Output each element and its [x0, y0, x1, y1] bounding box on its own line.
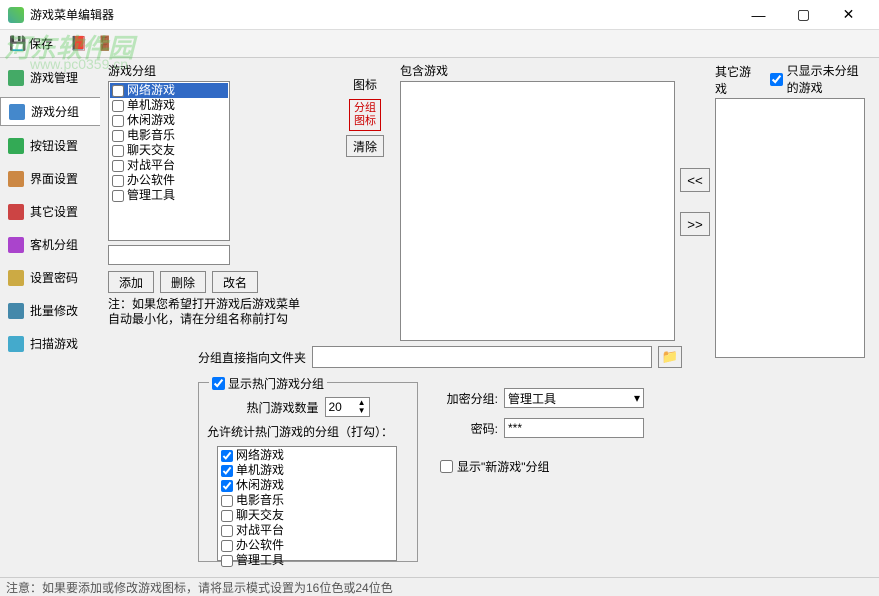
- password-label: 密码:: [440, 420, 498, 437]
- include-listbox[interactable]: [400, 81, 675, 341]
- list-item[interactable]: 休闲游戏: [219, 478, 395, 493]
- sidebar-label: 扫描游戏: [30, 335, 78, 352]
- hot-fieldset: 显示热门游戏分组 热门游戏数量 20 ▲▼ 允许统计热门游戏的分组（打勾）： 网…: [198, 382, 418, 562]
- hot-count-label: 热门游戏数量: [246, 399, 318, 416]
- show-hot-checkbox[interactable]: [212, 377, 225, 390]
- sidebar-item-8[interactable]: 扫描游戏: [0, 330, 100, 357]
- sidebar-icon: [8, 70, 24, 86]
- folder-icon: 📁: [662, 349, 679, 365]
- status-bar: 注意：如果要添加或修改游戏图标，请将显示模式设置为16位色或24位色: [0, 577, 879, 595]
- sidebar-item-6[interactable]: 设置密码: [0, 264, 100, 291]
- close-button[interactable]: ✕: [826, 1, 871, 29]
- sidebar: 游戏管理游戏分组按钮设置界面设置其它设置客机分组设置密码批量修改扫描游戏: [0, 58, 100, 577]
- rename-button[interactable]: 改名: [212, 271, 258, 293]
- app-icon: [8, 7, 24, 23]
- hot-count-spinner[interactable]: 20 ▲▼: [325, 397, 370, 417]
- clear-icon-button[interactable]: 清除: [346, 135, 384, 157]
- list-item[interactable]: 电影音乐: [219, 493, 395, 508]
- sidebar-icon: [8, 171, 24, 187]
- show-new-checkbox[interactable]: [440, 460, 453, 473]
- sidebar-icon: [8, 336, 24, 352]
- group-name-input[interactable]: [108, 245, 230, 265]
- sidebar-icon: [8, 303, 24, 319]
- hot-count-value: 20: [329, 400, 342, 414]
- sidebar-item-3[interactable]: 界面设置: [0, 165, 100, 192]
- spinner-icon: ▲▼: [358, 399, 366, 415]
- show-hot-label: 显示热门游戏分组: [228, 375, 324, 392]
- help-button[interactable]: 📕: [67, 34, 91, 54]
- list-item[interactable]: 管理工具: [110, 188, 228, 203]
- content-panel: 游戏分组 网络游戏单机游戏休闲游戏电影音乐聊天交友对战平台办公软件管理工具 添加…: [100, 58, 879, 577]
- list-item[interactable]: 单机游戏: [110, 98, 228, 113]
- sidebar-label: 客机分组: [30, 236, 78, 253]
- show-ungrouped-checkbox[interactable]: 只显示未分组的游戏: [770, 62, 870, 96]
- list-item[interactable]: 管理工具: [219, 553, 395, 568]
- list-item[interactable]: 办公软件: [110, 173, 228, 188]
- minimize-button[interactable]: —: [736, 1, 781, 29]
- move-right-button[interactable]: >>: [680, 212, 710, 236]
- include-label: 包含游戏: [400, 62, 675, 79]
- sidebar-label: 按钮设置: [30, 137, 78, 154]
- encrypt-group-label: 加密分组:: [440, 390, 498, 407]
- sidebar-label: 游戏管理: [30, 69, 78, 86]
- folder-input[interactable]: [312, 346, 652, 368]
- other-label: 其它游戏: [715, 63, 754, 97]
- show-new-label: 显示"新游戏"分组: [457, 458, 550, 475]
- list-item[interactable]: 聊天交友: [219, 508, 395, 523]
- sidebar-icon: [8, 138, 24, 154]
- hot-allow-label: 允许统计热门游戏的分组（打勾）：: [207, 423, 409, 440]
- encrypt-group-select[interactable]: 管理工具 ▾: [504, 388, 644, 408]
- list-item[interactable]: 对战平台: [219, 523, 395, 538]
- add-button[interactable]: 添加: [108, 271, 154, 293]
- hot-listbox[interactable]: 网络游戏单机游戏休闲游戏电影音乐聊天交友对战平台办公软件管理工具: [217, 446, 397, 561]
- group-listbox[interactable]: 网络游戏单机游戏休闲游戏电影音乐聊天交友对战平台办公软件管理工具: [108, 81, 230, 241]
- other-listbox[interactable]: [715, 98, 865, 358]
- list-item[interactable]: 聊天交友: [110, 143, 228, 158]
- sidebar-item-2[interactable]: 按钮设置: [0, 132, 100, 159]
- book-icon: 📕: [71, 36, 87, 52]
- sidebar-item-7[interactable]: 批量修改: [0, 297, 100, 324]
- icon-label: 图标: [353, 76, 377, 93]
- list-item[interactable]: 办公软件: [219, 538, 395, 553]
- sidebar-item-4[interactable]: 其它设置: [0, 198, 100, 225]
- maximize-button[interactable]: ▢: [781, 1, 826, 29]
- browse-folder-button[interactable]: 📁: [658, 346, 682, 368]
- save-button[interactable]: 💾 保存: [6, 33, 57, 54]
- group-note: 注：如果您希望打开游戏后游戏菜单自动最小化，请在分组名称前打勾: [108, 297, 308, 327]
- folder-label: 分组直接指向文件夹: [198, 349, 306, 366]
- show-ungrouped-label: 只显示未分组的游戏: [787, 62, 870, 96]
- encrypt-group-value: 管理工具: [508, 390, 556, 407]
- delete-button[interactable]: 删除: [160, 271, 206, 293]
- list-item[interactable]: 网络游戏: [219, 448, 395, 463]
- sidebar-item-0[interactable]: 游戏管理: [0, 64, 100, 91]
- sidebar-icon: [9, 104, 25, 120]
- icon-preview[interactable]: 分组图标: [349, 99, 381, 131]
- chevron-down-icon: ▾: [634, 391, 640, 405]
- list-item[interactable]: 单机游戏: [219, 463, 395, 478]
- list-item[interactable]: 对战平台: [110, 158, 228, 173]
- sidebar-label: 批量修改: [30, 302, 78, 319]
- exit-button[interactable]: 🚪: [93, 34, 117, 54]
- sidebar-label: 界面设置: [30, 170, 78, 187]
- save-icon: 💾: [10, 36, 26, 52]
- window-title: 游戏菜单编辑器: [30, 6, 736, 23]
- sidebar-icon: [8, 270, 24, 286]
- group-label: 游戏分组: [108, 62, 308, 79]
- list-item[interactable]: 休闲游戏: [110, 113, 228, 128]
- sidebar-icon: [8, 204, 24, 220]
- sidebar-label: 游戏分组: [31, 103, 79, 120]
- sidebar-item-5[interactable]: 客机分组: [0, 231, 100, 258]
- list-item[interactable]: 网络游戏: [110, 83, 228, 98]
- move-left-button[interactable]: <<: [680, 168, 710, 192]
- sidebar-item-1[interactable]: 游戏分组: [0, 97, 100, 126]
- list-item[interactable]: 电影音乐: [110, 128, 228, 143]
- toolbar: 💾 保存 📕 🚪: [0, 30, 879, 58]
- sidebar-label: 其它设置: [30, 203, 78, 220]
- sidebar-label: 设置密码: [30, 269, 78, 286]
- exit-icon: 🚪: [97, 36, 113, 52]
- password-input[interactable]: [504, 418, 644, 438]
- titlebar: 游戏菜单编辑器 — ▢ ✕: [0, 0, 879, 30]
- sidebar-icon: [8, 237, 24, 253]
- save-label: 保存: [29, 35, 53, 52]
